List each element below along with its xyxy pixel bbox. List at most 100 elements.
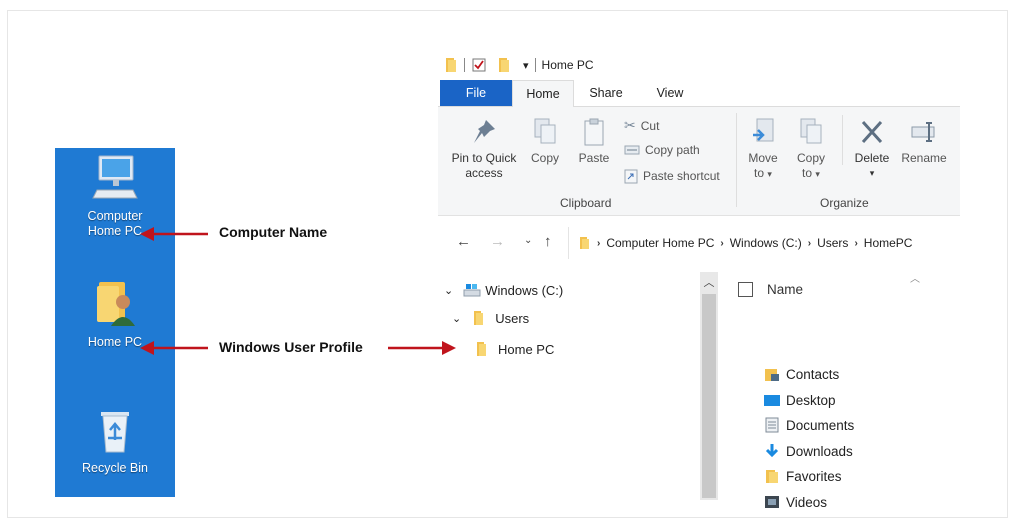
list-item-favorites[interactable]: Favorites [764,468,842,484]
file-name: Downloads [786,443,853,459]
annotation-user-profile: Windows User Profile [219,339,363,355]
tree-item-home-pc[interactable]: Home PC [476,341,554,357]
dropdown-arrow-icon: ▾ [815,169,820,179]
up-arrow-icon[interactable]: ↑ [544,233,552,250]
recycle-bin-label: Recycle Bin [82,461,148,475]
tree-item-users[interactable]: ⌄ Users [452,310,529,326]
list-item-documents[interactable]: Documents [764,417,854,433]
rename-button[interactable]: Rename [898,117,950,166]
tab-file[interactable]: File [440,80,512,106]
copy-label: Copy [530,151,559,165]
favorites-folder-icon [766,470,778,483]
copy-button[interactable]: Copy [524,117,566,166]
customize-toolbar-dropdown-icon[interactable]: ▾ [523,59,529,72]
annotation-computer-name: Computer Name [219,224,328,240]
folder-icon [474,311,484,325]
move-to-label-line1: Move [748,151,778,165]
breadcrumb-separator-icon: › [807,237,812,249]
dropdown-arrow-icon: ▾ [869,168,875,178]
pin-icon [474,120,495,143]
copy-path-button[interactable]: Copy path [624,143,700,157]
scrollbar-thumb[interactable] [702,294,716,498]
desktop-recycle-bin[interactable]: Recycle Bin [55,406,175,476]
list-item-videos[interactable]: Videos [764,494,827,510]
new-folder-icon[interactable] [497,57,511,73]
tree-users-label: Users [495,310,530,326]
pin-to-quick-access-button[interactable]: Pin to Quick access [446,117,522,181]
breadcrumb-separator-icon: › [597,237,601,249]
folder-icon [477,342,486,356]
window-title: Home PC [541,58,594,72]
delete-label: Delete [854,151,890,165]
move-to-label-line2: to [754,166,765,180]
back-arrow-icon[interactable]: ← [456,233,471,250]
quick-access-toolbar: ▾ Home PC [438,52,594,78]
copy-to-label-line1: Copy [796,151,825,165]
pin-label-line1: Pin to Quick [451,151,517,165]
videos-folder-icon [765,496,779,508]
computer-label-line1: Computer [87,209,143,223]
rename-icon [911,122,935,142]
breadcrumb-separator-icon: › [854,237,858,249]
name-column-header[interactable]: Name [738,282,803,297]
rename-label: Rename [901,151,947,165]
cut-button[interactable]: ✂ Cut [624,117,659,134]
navigation-pane-scrollbar[interactable]: ︿ [700,272,718,500]
arrow-to-user-profile [140,341,208,355]
copy-to-button[interactable]: Copy to ▾ [790,117,832,182]
scroll-up-chevron-icon[interactable]: ︿ [700,274,718,290]
tab-home[interactable]: Home [512,80,574,107]
file-explorer-window: ▾ Home PC File Home Share View Pin to Qu… [438,52,961,510]
move-to-icon [753,118,774,142]
forward-arrow-icon[interactable]: → [490,233,505,250]
dropdown-arrow-icon: ▾ [767,169,772,179]
folder-icon [446,58,456,72]
paste-icon [584,118,604,146]
expand-chevron-icon[interactable]: ⌄ [444,284,453,297]
computer-icon [92,155,138,199]
copy-path-label: Copy path [645,143,700,157]
file-name: Documents [786,417,855,433]
file-name: Favorites [786,468,842,484]
list-item-downloads[interactable]: Downloads [764,443,853,459]
copy-to-icon [800,118,822,144]
list-item-contacts[interactable]: Contacts [764,366,839,382]
tab-share[interactable]: Share [578,80,634,106]
user-folder-icon [97,282,135,326]
tree-item-drive[interactable]: ⌄ Windows (C:) [444,282,563,298]
tab-view[interactable]: View [642,80,698,106]
ribbon: Pin to Quick access Copy Paste ✂ Cut Cop… [438,107,960,216]
breadcrumb-item[interactable]: Windows (C:) [730,236,802,250]
properties-check-icon[interactable] [471,57,487,73]
tree-drive-label: Windows (C:) [485,282,564,298]
list-item-desktop[interactable]: Desktop [764,392,836,408]
copy-icon [534,118,556,144]
clipboard-group-label: Clipboard [560,196,612,210]
breadcrumb-item[interactable]: Users [817,236,848,250]
breadcrumb-item[interactable]: HomePC [864,236,913,250]
cut-label: Cut [640,118,660,133]
toolbar-separator [464,58,465,72]
move-to-button[interactable]: Move to ▾ [742,117,784,182]
ribbon-tabs: File Home Share View [438,80,960,107]
delete-button[interactable]: Delete ▾ [850,117,894,181]
paste-shortcut-button[interactable]: Paste shortcut [624,168,720,184]
paste-shortcut-label: Paste shortcut [643,169,720,183]
desktop-folder-icon [764,395,780,406]
scissors-icon: ✂ [624,117,636,133]
breadcrumb-item[interactable]: Computer Home PC [606,236,714,250]
select-all-checkbox[interactable] [738,282,753,297]
copy-path-icon [624,145,640,155]
address-bar[interactable]: › Computer Home PC › Windows (C:) › User… [568,227,961,259]
name-column-label: Name [767,282,804,297]
expand-chevron-icon[interactable]: ⌄ [452,312,461,325]
paste-button[interactable]: Paste [572,117,616,166]
toolbar-separator [534,58,536,72]
paste-label: Paste [578,151,610,165]
recent-locations-chevron-icon[interactable]: ⌄ [524,235,532,246]
contacts-folder-icon [765,369,779,381]
drive-icon [463,284,481,297]
downloads-arrow-icon [765,444,779,458]
recycle-bin-icon [101,412,129,453]
desktop-strip: Computer Home PC Home PC Recycle Bin [55,148,175,497]
